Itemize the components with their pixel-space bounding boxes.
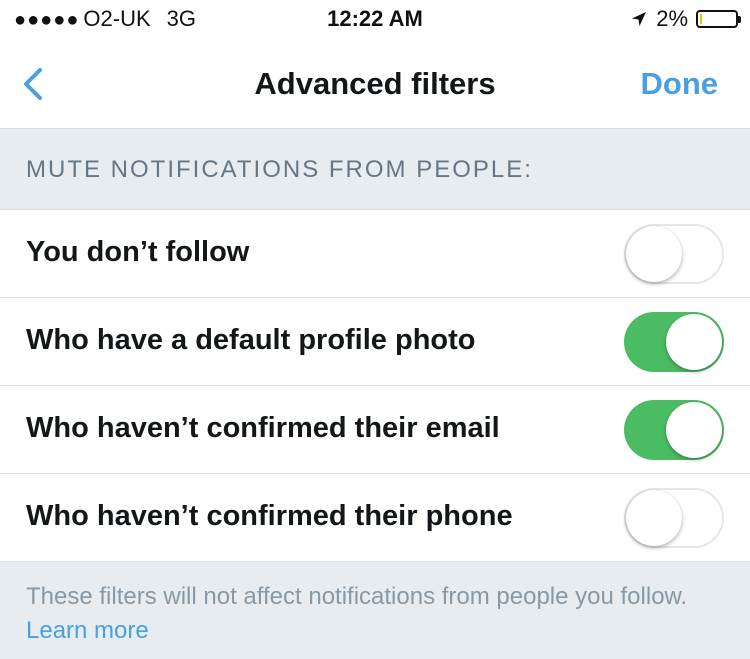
toggle-default-photo[interactable] <box>624 312 724 372</box>
toggle-knob <box>666 402 722 458</box>
filter-label: You don’t follow <box>26 236 250 268</box>
filter-label: Who have a default profile photo <box>26 324 476 356</box>
filter-row-dont-follow: You don’t follow <box>0 210 750 298</box>
section-header-label: MUTE NOTIFICATIONS FROM PEOPLE: <box>26 156 533 183</box>
footer-note: These filters will not affect notificati… <box>0 562 750 659</box>
toggle-knob <box>626 226 682 282</box>
filter-label: Who haven’t confirmed their phone <box>26 500 513 532</box>
toggle-unconfirmed-phone[interactable] <box>624 488 724 548</box>
battery-icon <box>696 10 741 28</box>
page-title: Advanced filters <box>254 66 496 101</box>
learn-more-link[interactable]: Learn more <box>26 617 149 644</box>
done-button[interactable]: Done <box>641 66 719 102</box>
navigation-bar: Advanced filters Done <box>0 40 750 129</box>
location-arrow-icon <box>632 12 647 26</box>
filter-row-unconfirmed-email: Who haven’t confirmed their email <box>0 386 750 474</box>
status-bar: ●●●●● O2-UK 3G 12:22 AM 2% <box>0 0 750 40</box>
toggle-knob <box>626 490 682 546</box>
toggle-knob <box>666 314 722 370</box>
section-header: MUTE NOTIFICATIONS FROM PEOPLE: <box>0 129 750 210</box>
battery-level <box>700 14 702 24</box>
footer-text: These filters will not affect notificati… <box>26 583 688 610</box>
toggle-dont-follow[interactable] <box>624 224 724 284</box>
toggle-unconfirmed-email[interactable] <box>624 400 724 460</box>
battery-percent: 2% <box>656 6 688 31</box>
filter-row-default-photo: Who have a default profile photo <box>0 298 750 386</box>
filter-label: Who haven’t confirmed their email <box>26 412 500 444</box>
status-right: 2% <box>630 6 741 32</box>
filter-row-unconfirmed-phone: Who haven’t confirmed their phone <box>0 474 750 562</box>
footer-text-block: These filters will not affect notificati… <box>26 580 726 648</box>
